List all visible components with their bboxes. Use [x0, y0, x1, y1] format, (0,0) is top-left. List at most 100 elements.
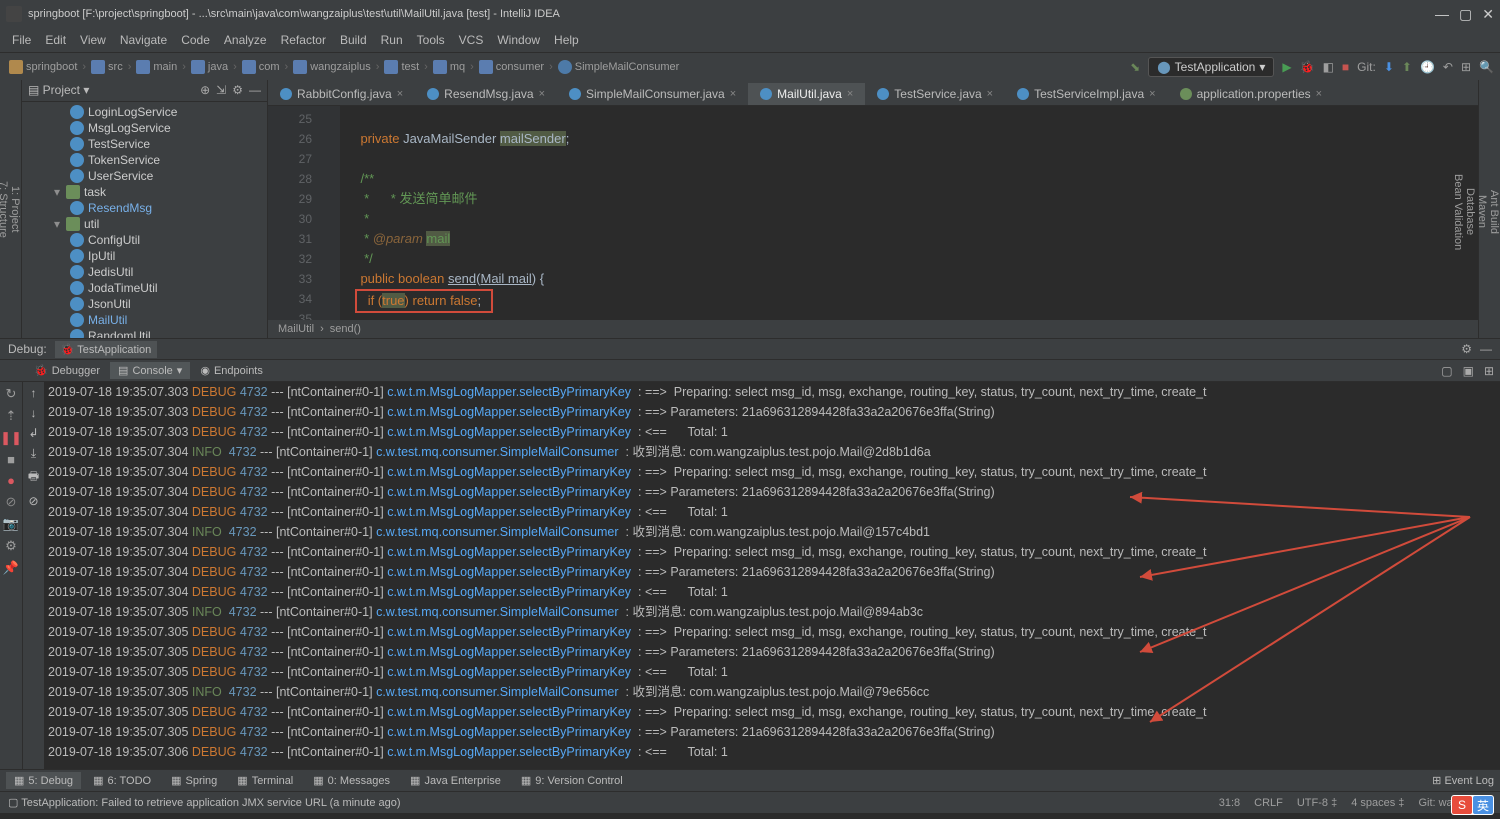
menu-help[interactable]: Help — [548, 31, 585, 49]
crumb-wangzaiplus[interactable]: wangzaiplus — [290, 59, 374, 75]
event-log-button[interactable]: ⊞ Event Log — [1432, 775, 1494, 787]
editor-tab-TestService.java[interactable]: TestService.java× — [865, 83, 1005, 105]
menu-edit[interactable]: Edit — [39, 31, 72, 49]
bottom-tab-6TODO[interactable]: ▦ 6: TODO — [85, 772, 159, 789]
bottom-tool-buttons[interactable]: ▦ 5: Debug▦ 6: TODO▦ Spring▦ Terminal▦ 0… — [0, 769, 1500, 791]
bottom-tab-JavaEnterprise[interactable]: ▦ Java Enterprise — [402, 772, 509, 789]
crumb-com[interactable]: com — [239, 59, 283, 75]
right-stripe[interactable]: Ant BuildMavenDatabaseBean Validation — [1478, 80, 1500, 338]
tree-node-MailUtil[interactable]: MailUtil — [22, 312, 267, 328]
hide-icon[interactable]: — — [1480, 342, 1492, 356]
hide-icon[interactable]: — — [249, 83, 261, 97]
crumb-java[interactable]: java — [188, 59, 231, 75]
tree-node-util[interactable]: ▾util — [22, 216, 267, 232]
close-tab-icon[interactable]: × — [730, 88, 736, 100]
bottom-tab-Terminal[interactable]: ▦ Terminal — [229, 772, 301, 789]
crumb-main[interactable]: main — [133, 59, 180, 75]
console-left-toolbar[interactable]: ↑ ↓ ↲ ⤓ 🖶 ⊘ — [22, 382, 44, 769]
caret-pos[interactable]: 31:8 — [1219, 797, 1240, 809]
tree-node-LoginLogService[interactable]: LoginLogService — [22, 104, 267, 120]
tree-node-MsgLogService[interactable]: MsgLogService — [22, 120, 267, 136]
close-tab-icon[interactable]: × — [847, 88, 853, 100]
close-tab-icon[interactable]: × — [397, 88, 403, 100]
project-combo[interactable]: ▤ Project ▾ — [28, 83, 89, 97]
editor-tab-MailUtil.java[interactable]: MailUtil.java× — [748, 83, 865, 105]
menu-file[interactable]: File — [6, 31, 37, 49]
breadcrumb[interactable]: springboot›src›main›java›com›wangzaiplus… — [6, 59, 682, 75]
crumb-mq[interactable]: mq — [430, 59, 468, 75]
menu-run[interactable]: Run — [375, 31, 409, 49]
status-icon[interactable]: ▢ — [8, 797, 18, 809]
endpoints-tab[interactable]: ◉ Endpoints — [192, 362, 271, 379]
close-tab-icon[interactable]: × — [1316, 88, 1322, 100]
left-stripe[interactable]: 1: Project7: Structure — [0, 80, 22, 338]
indent[interactable]: 4 spaces ‡ — [1351, 797, 1404, 809]
tree-node-JodaTimeUtil[interactable]: JodaTimeUtil — [22, 280, 267, 296]
menu-refactor[interactable]: Refactor — [275, 31, 332, 49]
close-tab-icon[interactable]: × — [539, 88, 545, 100]
debug-icon[interactable]: 🐞 — [1300, 60, 1315, 74]
editor-tab-RabbitConfig.java[interactable]: RabbitConfig.java× — [268, 83, 415, 105]
menu-analyze[interactable]: Analyze — [218, 31, 273, 49]
tree-node-task[interactable]: ▾task — [22, 184, 267, 200]
encoding[interactable]: UTF-8 ‡ — [1297, 797, 1337, 809]
bottom-tab-5Debug[interactable]: ▦ 5: Debug — [6, 772, 81, 789]
tree-node-UserService[interactable]: UserService — [22, 168, 267, 184]
crumb-SimpleMailConsumer[interactable]: SimpleMailConsumer — [555, 59, 683, 75]
menu-build[interactable]: Build — [334, 31, 373, 49]
tree-node-JedisUtil[interactable]: JedisUtil — [22, 264, 267, 280]
debug-left-toolbar[interactable]: ↻ ⇡ ❚❚ ■ ● ⊘ 📷 ⚙ 📌 — [0, 382, 22, 769]
source-code[interactable]: private JavaMailSender mailSender; /** *… — [340, 106, 1478, 320]
debugger-tab[interactable]: 🐞 Debugger — [26, 362, 108, 379]
debug-subtabs[interactable]: 🐞 Debugger ▤ Console ▾ ◉ Endpoints ▢ ▣ ⊞ — [0, 360, 1500, 382]
layout-icon[interactable]: ▢ — [1437, 364, 1456, 378]
editor-breadcrumb[interactable]: MailUtil › send() — [268, 320, 1478, 338]
tree-node-RandomUtil[interactable]: RandomUtil — [22, 328, 267, 338]
search-icon[interactable]: 🔍 — [1479, 60, 1494, 74]
bottom-tab-Spring[interactable]: ▦ Spring — [163, 772, 225, 789]
menu-view[interactable]: View — [74, 31, 112, 49]
close-tab-icon[interactable]: × — [987, 88, 993, 100]
crumb-consumer[interactable]: consumer — [476, 59, 547, 75]
bottom-tab-0Messages[interactable]: ▦ 0: Messages — [305, 772, 398, 789]
git-history-icon[interactable]: 🕘 — [1420, 60, 1435, 74]
maximize-icon[interactable]: ▢ — [1459, 6, 1472, 23]
run-icon[interactable]: ▶ — [1282, 60, 1291, 74]
structure-icon[interactable]: ⊞ — [1461, 60, 1471, 74]
editor-tab-application.properties[interactable]: application.properties× — [1168, 83, 1335, 105]
crumb-test[interactable]: test — [381, 59, 422, 75]
debug-session-tab[interactable]: 🐞 TestApplication — [55, 341, 158, 358]
tree-node-JsonUtil[interactable]: JsonUtil — [22, 296, 267, 312]
build-icon[interactable]: ⬊ — [1130, 60, 1140, 74]
editor-tab-ResendMsg.java[interactable]: ResendMsg.java× — [415, 83, 557, 105]
minimize-icon[interactable]: — — [1435, 6, 1449, 23]
tree-node-ConfigUtil[interactable]: ConfigUtil — [22, 232, 267, 248]
restore-icon[interactable]: ⊞ — [1480, 364, 1498, 378]
tree-node-ResendMsg[interactable]: ResendMsg — [22, 200, 267, 216]
select-opened-icon[interactable]: ⊕ — [200, 83, 210, 97]
collapse-icon[interactable]: ⇲ — [216, 83, 226, 97]
git-revert-icon[interactable]: ↶ — [1443, 60, 1453, 74]
bottom-tab-9VersionControl[interactable]: ▦ 9: Version Control — [513, 772, 631, 789]
ime-indicator[interactable]: S英 — [1451, 795, 1494, 815]
line-sep[interactable]: CRLF — [1254, 797, 1283, 809]
stop-icon[interactable]: ■ — [1342, 60, 1349, 74]
close-tab-icon[interactable]: × — [1149, 88, 1155, 100]
gear-icon[interactable]: ⚙ — [1461, 342, 1472, 356]
editor-tab-TestServiceImpl.java[interactable]: TestServiceImpl.java× — [1005, 83, 1167, 105]
menu-window[interactable]: Window — [491, 31, 546, 49]
tree-node-TestService[interactable]: TestService — [22, 136, 267, 152]
console-output[interactable]: 2019-07-18 19:35:07.303 DEBUG 4732 --- [… — [44, 382, 1500, 769]
layout2-icon[interactable]: ▣ — [1459, 364, 1478, 378]
tree-node-TokenService[interactable]: TokenService — [22, 152, 267, 168]
menu-vcs[interactable]: VCS — [453, 31, 490, 49]
git-pull-icon[interactable]: ⬇ — [1384, 60, 1394, 74]
run-config-select[interactable]: ⬤TestApplication▾ — [1148, 57, 1274, 77]
tree-node-IpUtil[interactable]: IpUtil — [22, 248, 267, 264]
project-tree[interactable]: LoginLogServiceMsgLogServiceTestServiceT… — [22, 102, 267, 338]
crumb-springboot[interactable]: springboot — [6, 59, 80, 75]
menu-navigate[interactable]: Navigate — [114, 31, 173, 49]
editor-tabs[interactable]: RabbitConfig.java×ResendMsg.java×SimpleM… — [268, 80, 1478, 106]
crumb-src[interactable]: src — [88, 59, 126, 75]
gear-icon[interactable]: ⚙ — [232, 83, 243, 97]
